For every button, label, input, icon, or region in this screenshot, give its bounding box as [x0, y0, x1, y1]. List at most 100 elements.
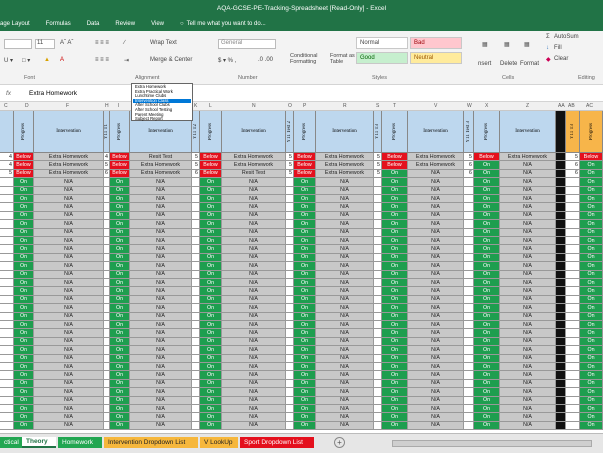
grade-cell[interactable]	[566, 346, 580, 355]
progress-cell[interactable]: Below	[294, 153, 316, 162]
fill-button[interactable]: Fill	[554, 45, 562, 51]
grade-cell[interactable]	[374, 211, 382, 221]
intervention-cell[interactable]: N/A	[34, 346, 104, 355]
grade-cell[interactable]	[0, 346, 14, 355]
intervention-cell[interactable]: N/A	[222, 253, 286, 263]
grade-cell[interactable]	[192, 354, 200, 363]
grade-cell[interactable]	[192, 321, 200, 330]
grade-cell[interactable]	[0, 237, 14, 246]
progress-cell[interactable]: On	[294, 329, 316, 338]
progress-cell[interactable]: On	[200, 270, 222, 279]
progress-cell[interactable]: On	[14, 371, 34, 380]
progress-cell[interactable]: On	[580, 195, 603, 204]
intervention-cell[interactable]: N/A	[222, 396, 286, 405]
grade-cell[interactable]	[374, 363, 382, 372]
progress-cell[interactable]: On	[294, 237, 316, 246]
grade-cell[interactable]	[464, 279, 474, 288]
style-neutral[interactable]: Neutral	[410, 52, 462, 64]
progress-cell[interactable]: On	[474, 396, 500, 405]
column-header-t[interactable]: T	[393, 103, 396, 109]
grade-cell[interactable]	[374, 312, 382, 321]
progress-cell[interactable]: On	[200, 346, 222, 355]
grade-cell[interactable]	[566, 203, 580, 212]
grade-cell[interactable]: 5	[374, 161, 382, 170]
intervention-cell[interactable]: N/A	[222, 371, 286, 380]
intervention-cell[interactable]: N/A	[500, 388, 556, 397]
grade-cell[interactable]	[286, 195, 294, 204]
intervention-cell[interactable]: N/A	[500, 245, 556, 254]
progress-cell[interactable]: On	[580, 371, 603, 380]
progress-cell[interactable]: On	[14, 405, 34, 414]
intervention-cell[interactable]: N/A	[222, 388, 286, 397]
progress-cell[interactable]: On	[110, 228, 130, 237]
progress-cell[interactable]: On	[382, 279, 408, 288]
grade-cell[interactable]	[192, 396, 200, 405]
intervention-cell[interactable]: N/A	[316, 337, 374, 347]
grade-cell[interactable]	[566, 304, 580, 313]
grade-cell[interactable]	[286, 270, 294, 279]
grade-cell[interactable]	[0, 337, 14, 347]
grade-cell[interactable]	[374, 270, 382, 279]
grade-cell[interactable]	[0, 186, 14, 195]
grade-cell[interactable]	[464, 262, 474, 271]
grade-cell[interactable]	[566, 287, 580, 296]
intervention-cell[interactable]: N/A	[500, 321, 556, 330]
menu-page-layout[interactable]: age Layout	[0, 21, 30, 27]
divider-cell[interactable]	[556, 329, 566, 338]
progress-cell[interactable]: On	[474, 287, 500, 296]
progress-cell[interactable]: On	[14, 228, 34, 237]
intervention-cell[interactable]: N/A	[316, 279, 374, 288]
grade-cell[interactable]	[464, 421, 474, 431]
grade-cell[interactable]	[192, 363, 200, 372]
progress-cell[interactable]: On	[382, 354, 408, 363]
progress-cell[interactable]: On	[110, 279, 130, 288]
progress-cell[interactable]: On	[580, 270, 603, 279]
grade-cell[interactable]	[374, 237, 382, 246]
intervention-cell[interactable]: N/A	[222, 270, 286, 279]
progress-cell[interactable]: On	[580, 228, 603, 237]
progress-cell[interactable]: On	[294, 279, 316, 288]
intervention-cell[interactable]: N/A	[316, 245, 374, 254]
progress-cell[interactable]: On	[294, 388, 316, 397]
column-header-k[interactable]: K	[194, 103, 197, 109]
progress-cell[interactable]: On	[110, 304, 130, 313]
intervention-cell[interactable]: N/A	[500, 371, 556, 380]
progress-cell[interactable]: On	[580, 346, 603, 355]
header-cell[interactable]: Progress	[294, 111, 316, 153]
progress-cell[interactable]: On	[294, 405, 316, 414]
progress-cell[interactable]: On	[580, 287, 603, 296]
progress-cell[interactable]: On	[382, 287, 408, 296]
progress-cell[interactable]: Below	[14, 153, 34, 162]
grade-cell[interactable]	[464, 287, 474, 296]
font-name-box[interactable]	[4, 39, 32, 49]
progress-cell[interactable]: On	[382, 321, 408, 330]
intervention-cell[interactable]: N/A	[130, 346, 192, 355]
progress-cell[interactable]: Below	[294, 161, 316, 170]
progress-cell[interactable]: On	[474, 211, 500, 221]
progress-cell[interactable]: On	[200, 405, 222, 414]
intervention-cell[interactable]: N/A	[500, 262, 556, 271]
progress-cell[interactable]: On	[474, 262, 500, 271]
header-cell[interactable]: Intervention	[500, 111, 556, 153]
conditional-formatting-button[interactable]: Conditional Formatting	[290, 53, 326, 65]
progress-cell[interactable]: On	[474, 329, 500, 338]
grade-cell[interactable]	[566, 396, 580, 405]
grade-cell[interactable]	[286, 388, 294, 397]
grade-cell[interactable]	[0, 321, 14, 330]
grade-cell[interactable]: 6	[192, 169, 200, 179]
progress-cell[interactable]: On	[200, 295, 222, 305]
intervention-cell[interactable]: N/A	[222, 287, 286, 296]
header-cell[interactable]: Progress	[382, 111, 408, 153]
grade-cell[interactable]	[464, 270, 474, 279]
progress-cell[interactable]: On	[14, 379, 34, 389]
intervention-cell[interactable]: N/A	[500, 287, 556, 296]
divider-cell[interactable]	[556, 363, 566, 372]
grade-cell[interactable]: 5	[286, 153, 294, 162]
grade-cell[interactable]	[374, 396, 382, 405]
grade-cell[interactable]	[374, 337, 382, 347]
intervention-cell[interactable]: N/A	[316, 287, 374, 296]
grade-cell[interactable]	[286, 312, 294, 321]
grade-cell[interactable]	[0, 195, 14, 204]
progress-cell[interactable]: On	[474, 304, 500, 313]
intervention-cell[interactable]: N/A	[316, 396, 374, 405]
